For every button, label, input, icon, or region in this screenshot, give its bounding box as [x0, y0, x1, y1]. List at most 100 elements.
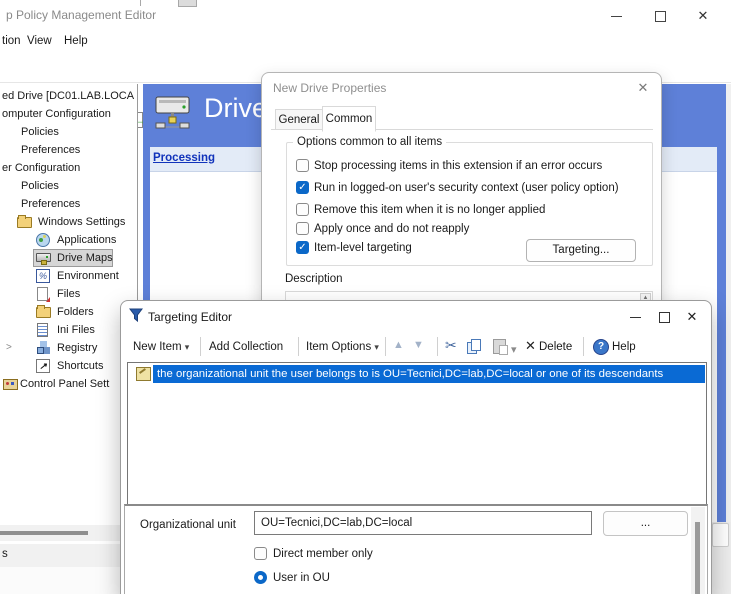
help-button[interactable]: Help — [612, 341, 636, 353]
pane-banner-title: Drive — [204, 93, 267, 124]
tree-scrollbar-thumb[interactable] — [0, 531, 88, 535]
tree-item-label: Shortcuts — [57, 358, 103, 374]
sidebar-item-shortcuts[interactable]: ↗ Shortcuts — [0, 358, 137, 375]
menu-view[interactable]: View — [27, 35, 52, 47]
folder-icon — [36, 305, 51, 319]
sidebar-item-windows-settings[interactable]: Windows Settings — [0, 214, 137, 231]
window-title: p Policy Management Editor — [6, 8, 156, 22]
organizational-unit-input[interactable]: OU=Tecnici,DC=lab,DC=local — [254, 511, 592, 535]
help-icon[interactable]: ? — [593, 339, 609, 355]
targeting-items-list: the organizational unit the user belongs… — [127, 362, 707, 505]
applications-icon — [36, 233, 51, 247]
sidebar-item-control-panel-sett[interactable]: Control Panel Sett — [0, 376, 137, 393]
new-item-button[interactable]: New Item ▾ — [133, 341, 189, 353]
close-icon[interactable]: ✕ — [634, 79, 652, 97]
paste-icon[interactable] — [493, 339, 506, 354]
funnel-icon — [129, 308, 144, 328]
minimize-icon[interactable] — [608, 7, 626, 25]
direct-member-checkbox[interactable] — [254, 547, 267, 560]
user-in-ou-radio[interactable] — [254, 571, 267, 584]
background-window-strip: s — [0, 544, 120, 567]
tree-item-label: Preferences — [21, 142, 80, 158]
copy-icon[interactable] — [467, 339, 482, 354]
move-down-icon[interactable]: ▼ — [413, 339, 424, 351]
shortcuts-icon: ↗ — [36, 359, 51, 373]
sidebar-item-environment[interactable]: % Environment — [0, 268, 137, 285]
drive-icon — [36, 251, 51, 265]
move-up-icon[interactable]: ▲ — [393, 339, 404, 351]
panel-scrollbar-thumb[interactable] — [695, 522, 700, 594]
tree-item-label: Environment — [57, 268, 119, 284]
expand-chevron-icon[interactable]: > — [6, 340, 12, 356]
cut-icon[interactable]: ✂ — [445, 337, 457, 354]
sidebar-item-registry[interactable]: > Registry — [0, 340, 137, 357]
checkbox-checked-icon[interactable]: ✓ — [296, 181, 309, 194]
ini-icon — [36, 323, 51, 337]
sidebar-item-omputer-configuration[interactable]: omputer Configuration — [0, 106, 137, 123]
options-group-label: Options common to all items — [293, 136, 446, 148]
sidebar-item-policies[interactable]: Policies — [0, 178, 137, 195]
tab-common[interactable]: Common — [322, 106, 376, 132]
delete-icon[interactable]: ✕ — [525, 338, 536, 354]
sidebar-item-ed-drive-dc01-lab-loca[interactable]: ed Drive [DC01.LAB.LOCA — [0, 88, 137, 105]
menu-action[interactable]: tion — [2, 35, 21, 47]
sidebar-item-applications[interactable]: Applications — [0, 232, 137, 249]
maximize-icon[interactable] — [651, 7, 669, 25]
console-tree-pane: ed Drive [DC01.LAB.LOCA omputer Configura… — [0, 84, 138, 525]
direct-member-label: Direct member only — [273, 548, 373, 560]
background-text-fragment: s — [2, 548, 8, 560]
tree-item-label: Applications — [57, 232, 116, 248]
sidebar-item-er-configuration[interactable]: er Configuration — [0, 160, 137, 177]
paste-dropdown-icon[interactable]: ▾ — [511, 343, 517, 356]
item-options-button[interactable]: Item Options ▾ — [306, 341, 379, 353]
sidebar-item-ini-files[interactable]: Ini Files — [0, 322, 137, 339]
background-area — [0, 567, 120, 594]
environment-icon: % — [36, 269, 51, 283]
option-label: Run in logged-on user's security context… — [314, 181, 619, 195]
tree-item-label: Policies — [21, 124, 59, 140]
background-window-fragment — [178, 0, 197, 7]
tree-item-label: Preferences — [21, 196, 80, 212]
checkbox-unchecked-icon[interactable] — [296, 222, 309, 235]
sidebar-item-preferences[interactable]: Preferences — [0, 142, 137, 159]
maximize-icon[interactable] — [655, 308, 673, 326]
sidebar-item-policies[interactable]: Policies — [0, 124, 137, 141]
sidebar-item-preferences[interactable]: Preferences — [0, 196, 137, 213]
targeting-item-row[interactable]: the organizational unit the user belongs… — [153, 365, 705, 383]
tree-item-label: omputer Configuration — [2, 106, 111, 122]
sidebar-item-folders[interactable]: Folders — [0, 304, 137, 321]
processing-link[interactable]: Processing — [153, 152, 215, 164]
window-titlebar: p Policy Management Editor ✕ — [0, 0, 731, 30]
browse-button[interactable]: ... — [603, 511, 688, 536]
tree-item-label: ed Drive [DC01.LAB.LOCA — [2, 88, 134, 104]
menu-help[interactable]: Help — [64, 35, 88, 47]
organizational-unit-label: Organizational unit — [140, 519, 236, 531]
sidebar-item-drive-maps[interactable]: Drive Maps — [0, 250, 137, 267]
dialog-title: New Drive Properties — [273, 81, 386, 95]
close-icon[interactable]: ✕ — [683, 308, 701, 326]
delete-button[interactable]: Delete — [539, 341, 572, 353]
screenshot-root: p Policy Management Editor ✕ tion View H… — [0, 0, 731, 594]
tree-item-label: Registry — [57, 340, 97, 356]
option-label: Stop processing items in this extension … — [314, 159, 602, 173]
tree-item-label: Files — [57, 286, 80, 302]
tree-item-label: er Configuration — [2, 160, 80, 176]
tab-general[interactable]: General — [275, 109, 323, 130]
targeting-button[interactable]: Targeting... — [526, 239, 636, 262]
checkbox-checked-icon[interactable]: ✓ — [296, 241, 309, 254]
background-area — [726, 84, 731, 594]
files-icon — [36, 287, 51, 301]
minimize-icon[interactable] — [627, 308, 645, 326]
dialog-title: Targeting Editor — [148, 310, 232, 324]
background-window-edge — [140, 0, 141, 6]
sidebar-item-files[interactable]: Files — [0, 286, 137, 303]
control-panel-icon — [3, 377, 18, 391]
option-label: Item-level targeting — [314, 241, 412, 255]
checkbox-unchecked-icon[interactable] — [296, 159, 309, 172]
organizational-unit-item-icon — [136, 367, 151, 381]
panel-scrollbar[interactable] — [691, 507, 705, 594]
checkbox-unchecked-icon[interactable] — [296, 203, 309, 216]
tree-item-label: Ini Files — [57, 322, 95, 338]
add-collection-button[interactable]: Add Collection — [209, 341, 283, 353]
close-icon[interactable]: ✕ — [694, 7, 712, 25]
